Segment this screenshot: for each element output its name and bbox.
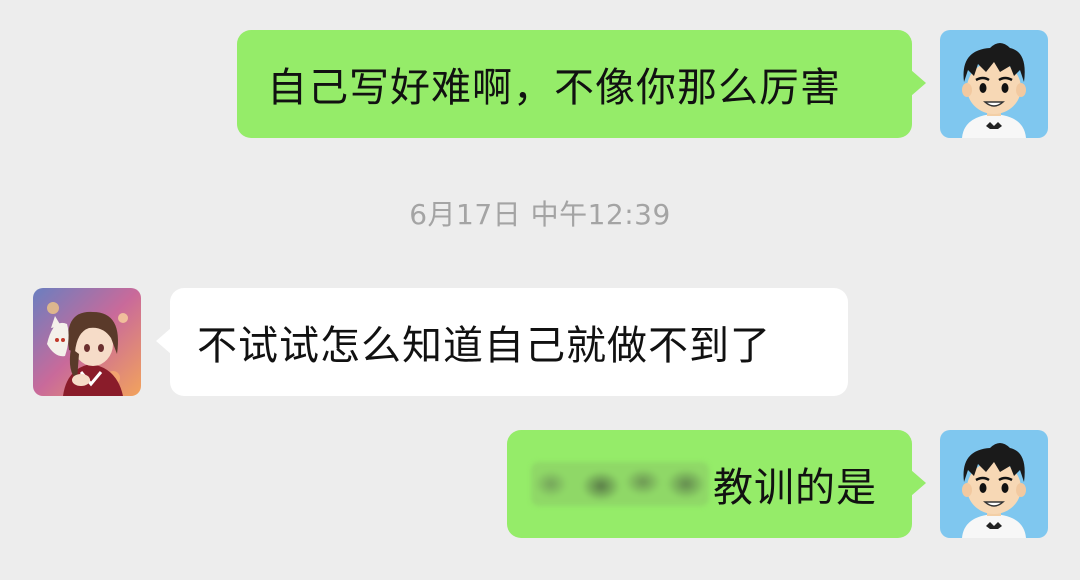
bubble-tail <box>156 328 171 354</box>
message-bubble-sent[interactable]: 自己写好难啊，不像你那么厉害 <box>237 30 926 138</box>
message-text: 不试试怎么知道自己就做不到了 <box>197 323 771 369</box>
message-bubble-sent[interactable]: 教训的是 <box>507 430 926 538</box>
message-text: 自己写好难啊，不像你那么厉害 <box>267 65 841 111</box>
my-avatar[interactable] <box>940 430 1048 538</box>
message-text: 教训的是 <box>713 465 877 511</box>
bubble-tail <box>911 70 926 96</box>
contact-avatar[interactable] <box>33 288 141 396</box>
anime-girl-avatar-icon <box>33 288 141 396</box>
redacted-text <box>531 462 709 506</box>
cartoon-boy-avatar-icon <box>940 430 1048 538</box>
chat-window: 自己写好难啊，不像你那么厉害 6月17日 中午12:39 不试试怎么知道自己就做… <box>0 0 1080 580</box>
my-avatar[interactable] <box>940 30 1048 138</box>
bubble-tail <box>911 470 926 496</box>
message-bubble-received[interactable]: 不试试怎么知道自己就做不到了 <box>156 288 848 396</box>
message-timestamp: 6月17日 中午12:39 <box>409 198 671 231</box>
cartoon-boy-avatar-icon <box>940 30 1048 138</box>
